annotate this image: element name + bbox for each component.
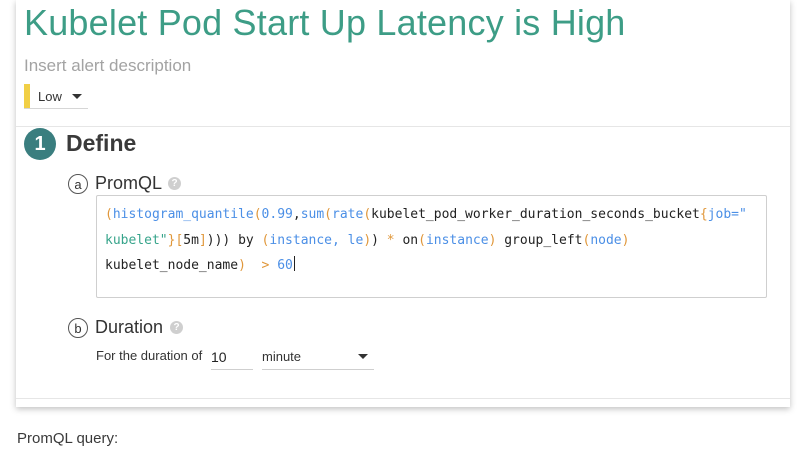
promql-token: ] [198, 232, 207, 248]
section-divider [16, 126, 790, 127]
promql-token: ) [363, 232, 372, 248]
chevron-down-icon [71, 93, 82, 99]
promql-token: ( [363, 207, 372, 222]
severity-label: Low [38, 88, 62, 104]
promql-token: ( [418, 232, 426, 248]
duration-label: Duration [95, 317, 164, 337]
promql-token: 0.99 [261, 207, 293, 222]
substep-marker-a: a [68, 174, 88, 194]
alert-description-field[interactable]: Insert alert description [24, 56, 191, 76]
substep-marker-b: b [68, 318, 88, 338]
promql-token: instance [425, 232, 489, 248]
duration-value-input[interactable] [211, 344, 253, 370]
severity-color-bar [24, 84, 30, 108]
promql-token: ) [238, 258, 246, 273]
promql-token: > [245, 258, 278, 273]
promql-token: , [292, 207, 301, 222]
promql-line: kubelet_node_name) > 60 [105, 253, 758, 279]
promql-token: sum [300, 207, 325, 222]
step-title: Define [66, 130, 137, 156]
alert-title[interactable]: Kubelet Pod Start Up Latency is High [24, 2, 626, 44]
promql-token: ( [253, 232, 270, 248]
step-number-badge: 1 [24, 128, 56, 160]
promql-token: instance, le [269, 232, 364, 248]
promql-token: job=" [707, 207, 747, 222]
promql-token: * [386, 232, 395, 248]
duration-for-label: For the duration of [96, 348, 203, 363]
promql-token: group_left [496, 232, 583, 248]
promql-token: kubelet" [105, 232, 168, 248]
promql-token: ( [324, 207, 332, 222]
promql-token: ) [621, 232, 630, 248]
promql-token: ))) [206, 232, 239, 248]
promql-token: kubelet_pod_worker_duration_seconds_buck… [371, 207, 700, 222]
promql-token: ( [253, 207, 262, 222]
promql-label: PromQL [95, 173, 163, 193]
duration-unit-label: minute [262, 349, 302, 364]
promql-line: (histogram_quantile(0.99,sum(rate(kubele… [105, 202, 758, 228]
promql-token: histogram_quantile [112, 207, 254, 222]
promql-token: rate [332, 207, 364, 222]
section-divider [16, 398, 790, 399]
footer-caption: PromQL query: [17, 430, 119, 447]
promql-line: kubelet"}[5m]))) by (instance, le)) * on… [105, 228, 758, 254]
text-cursor [293, 256, 295, 271]
alert-card: Kubelet Pod Start Up Latency is High Ins… [16, 0, 790, 407]
promql-token: 60 [277, 258, 293, 273]
promql-token: kubelet_node_name [105, 258, 239, 273]
chevron-down-icon [358, 354, 368, 359]
promql-token: 5m [183, 232, 199, 248]
severity-dropdown[interactable]: Low [24, 84, 88, 109]
promql-token: node [590, 232, 622, 248]
promql-token: by [238, 232, 254, 248]
promql-token: ) [371, 232, 387, 248]
help-icon[interactable]: ? [170, 321, 183, 334]
duration-unit-dropdown[interactable]: minute [262, 344, 374, 370]
promql-editor[interactable]: (histogram_quantile(0.99,sum(rate(kubele… [96, 195, 767, 298]
help-icon[interactable]: ? [168, 177, 181, 190]
promql-token: on [394, 232, 419, 248]
promql-token: ( [105, 207, 113, 222]
promql-token: { [699, 207, 708, 222]
